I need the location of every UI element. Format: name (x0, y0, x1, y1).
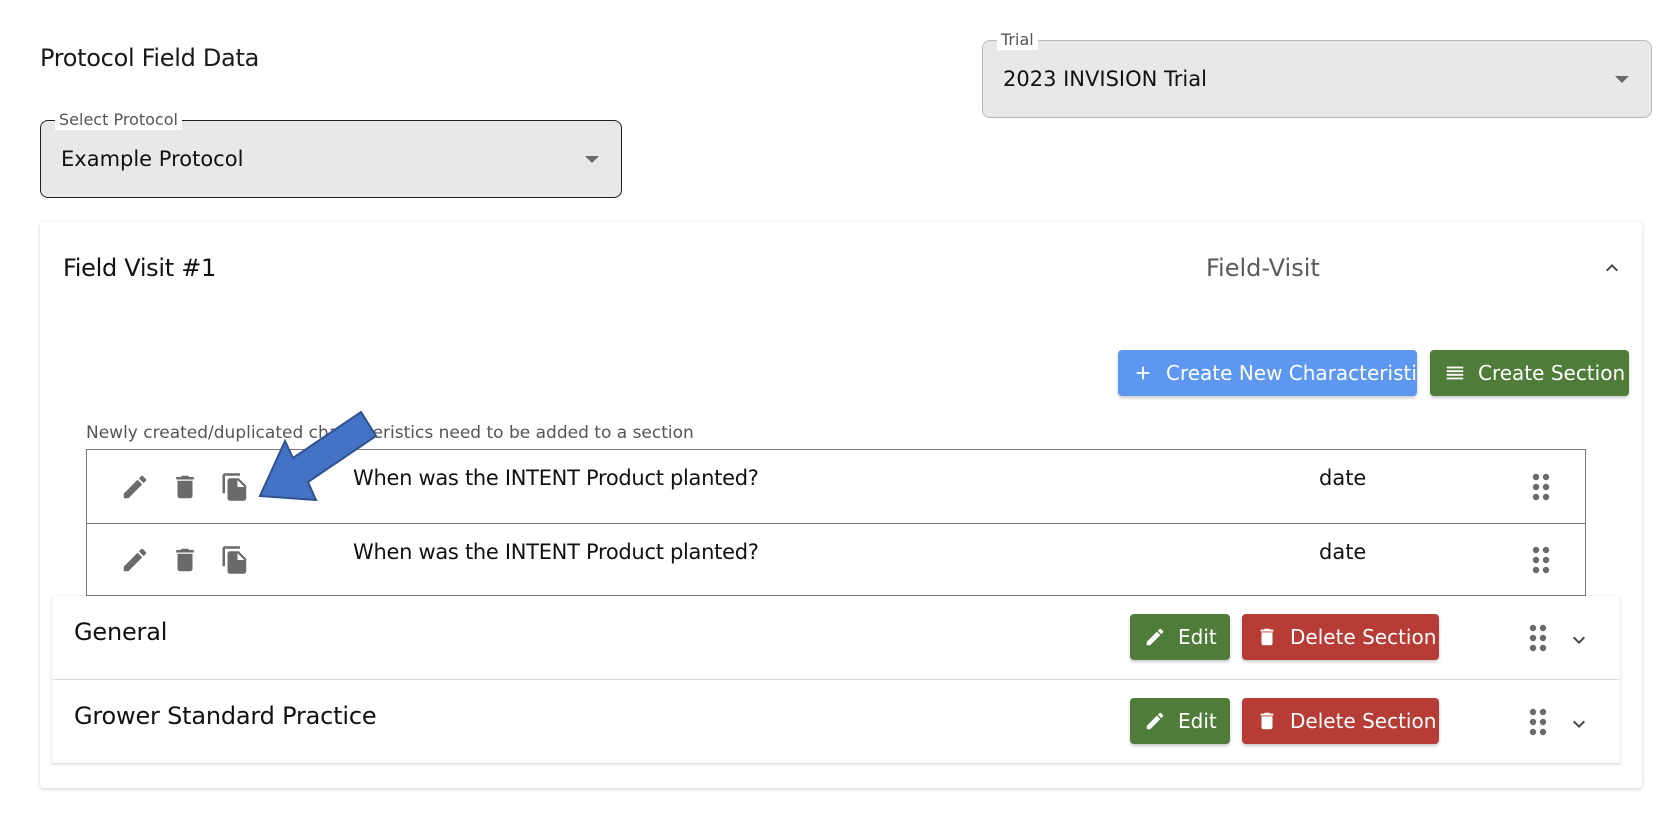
edit-label: Edit (1178, 625, 1217, 649)
list-lines-icon (1446, 366, 1464, 380)
plus-icon (1136, 366, 1150, 380)
trial-select[interactable]: Trial 2023 INVISION Trial (982, 30, 1652, 118)
characteristic-row: When was the INTENT Product planted? dat… (87, 450, 1585, 523)
section-row-grower-standard-practice[interactable]: Grower Standard Practice Edit Delete Sec… (52, 680, 1620, 763)
edit-pencil-icon (1146, 712, 1164, 730)
delete-section-button[interactable]: Delete Section (1242, 614, 1439, 660)
drag-handle-icon[interactable] (1530, 472, 1552, 502)
duplicate-copy-icon[interactable] (220, 545, 250, 575)
delete-section-label: Delete Section (1290, 625, 1437, 649)
chevron-down-icon[interactable] (1567, 712, 1591, 736)
field-visit-type: Field-Visit (1206, 254, 1320, 282)
section-title: Grower Standard Practice (74, 702, 377, 730)
protocol-select-label: Select Protocol (55, 110, 182, 130)
protocol-select[interactable]: Select Protocol Example Protocol (40, 110, 622, 198)
duplicate-copy-icon[interactable] (220, 472, 250, 502)
drag-handle-icon[interactable] (1527, 707, 1549, 737)
create-characteristic-label: Create New Characteristic (1166, 361, 1428, 385)
edit-pencil-icon[interactable] (120, 472, 150, 502)
section-title: General (74, 618, 168, 646)
edit-section-button[interactable]: Edit (1130, 614, 1230, 660)
characteristics-list: When was the INTENT Product planted? dat… (86, 449, 1586, 596)
delete-trash-icon (1260, 712, 1274, 730)
unassigned-notice: Newly created/duplicated characteristics… (86, 423, 694, 443)
trial-select-label: Trial (997, 30, 1038, 50)
chevron-down-icon[interactable] (1567, 628, 1591, 652)
trial-select-value: 2023 INVISION Trial (1003, 67, 1207, 91)
characteristic-type: date (1319, 540, 1367, 564)
characteristic-question: When was the INTENT Product planted? (353, 466, 759, 490)
delete-section-label: Delete Section (1290, 709, 1437, 733)
create-section-label: Create Section (1478, 361, 1626, 385)
arrow-drop-down-icon (585, 156, 599, 163)
chevron-up-icon[interactable] (1600, 256, 1624, 280)
delete-section-button[interactable]: Delete Section (1242, 698, 1439, 744)
delete-trash-icon (1260, 628, 1274, 646)
page-title: Protocol Field Data (40, 44, 259, 72)
delete-trash-icon[interactable] (170, 472, 200, 502)
characteristic-row: When was the INTENT Product planted? dat… (87, 523, 1585, 597)
field-visit-title: Field Visit #1 (63, 254, 216, 282)
delete-trash-icon[interactable] (170, 545, 200, 575)
create-characteristic-button[interactable]: Create New Characteristic (1118, 350, 1428, 396)
edit-section-button[interactable]: Edit (1130, 698, 1230, 744)
protocol-select-value: Example Protocol (61, 147, 244, 171)
edit-pencil-icon[interactable] (120, 545, 150, 575)
drag-handle-icon[interactable] (1527, 623, 1549, 653)
characteristic-type: date (1319, 466, 1367, 490)
drag-handle-icon[interactable] (1530, 545, 1552, 575)
characteristic-question: When was the INTENT Product planted? (353, 540, 759, 564)
edit-pencil-icon (1146, 628, 1164, 646)
arrow-drop-down-icon (1615, 76, 1629, 83)
edit-label: Edit (1178, 709, 1217, 733)
create-section-button[interactable]: Create Section (1430, 350, 1629, 396)
section-row-general[interactable]: General Edit Delete Section (52, 596, 1620, 679)
